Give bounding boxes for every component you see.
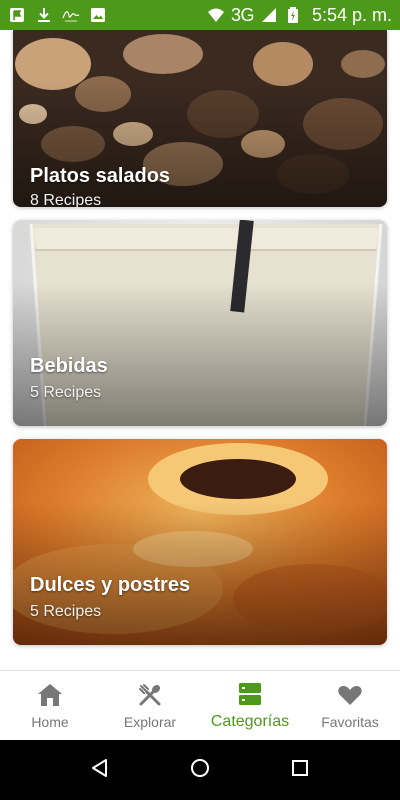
nav-item-favoritas[interactable]: Favoritas <box>300 671 400 740</box>
nav-label: Home <box>31 714 69 730</box>
category-title: Bebidas <box>30 355 108 377</box>
cell-signal-icon <box>260 6 278 24</box>
flag-notification-icon <box>8 6 26 24</box>
card-shade-overlay <box>13 281 387 426</box>
clock: 5:54 p. m. <box>311 4 392 25</box>
category-recipe-count: 5 Recipes <box>30 384 102 401</box>
fork-spoon-icon <box>136 681 164 709</box>
category-card-dulces-y-postres[interactable]: Dulces y postres 5 Recipes <box>13 439 387 645</box>
categories-icon <box>236 680 264 708</box>
home-icon <box>36 681 64 709</box>
app-screen: 3G 5:54 p. m. Platos salados 8 Recipes B… <box>0 0 400 800</box>
system-status-icons: 3G 5:54 p. m. <box>207 5 392 26</box>
heart-icon <box>336 681 364 709</box>
category-recipe-count: 8 Recipes <box>30 192 102 207</box>
nav-label: Explorar <box>123 714 177 730</box>
category-card-bebidas[interactable]: Bebidas 5 Recipes <box>13 220 387 426</box>
recents-icon <box>289 757 311 784</box>
category-title: Dulces y postres <box>30 574 191 596</box>
notification-icons <box>8 6 107 24</box>
card-shade-overlay <box>13 500 387 645</box>
system-navigation-bar <box>0 740 400 800</box>
nav-item-categorias[interactable]: Categorías <box>200 671 300 740</box>
wifi-icon <box>207 6 225 24</box>
download-icon <box>35 6 53 24</box>
nav-label: Favoritas <box>321 714 379 730</box>
category-recipe-count: 5 Recipes <box>30 603 102 620</box>
network-type-label: 3G <box>230 4 255 25</box>
home-system-button[interactable] <box>180 750 220 790</box>
status-bar: 3G 5:54 p. m. <box>0 0 400 30</box>
bottom-navigation: Home Explorar Categorías Favoritas <box>0 670 400 740</box>
battery-icon <box>284 6 302 24</box>
category-title: Platos salados <box>30 165 171 187</box>
nav-item-explorar[interactable]: Explorar <box>100 671 200 740</box>
back-icon <box>89 757 111 784</box>
home-circle-icon <box>189 757 211 784</box>
image-notification-icon <box>89 6 107 24</box>
categories-list: Platos salados 8 Recipes Bebidas 5 Recip… <box>0 30 400 670</box>
nav-label: Categorías <box>210 713 290 730</box>
back-button[interactable] <box>80 750 120 790</box>
signature-app-icon <box>62 6 80 24</box>
category-card-platos-salados[interactable]: Platos salados 8 Recipes <box>13 30 387 207</box>
recents-button[interactable] <box>280 750 320 790</box>
nav-item-home[interactable]: Home <box>0 671 100 740</box>
